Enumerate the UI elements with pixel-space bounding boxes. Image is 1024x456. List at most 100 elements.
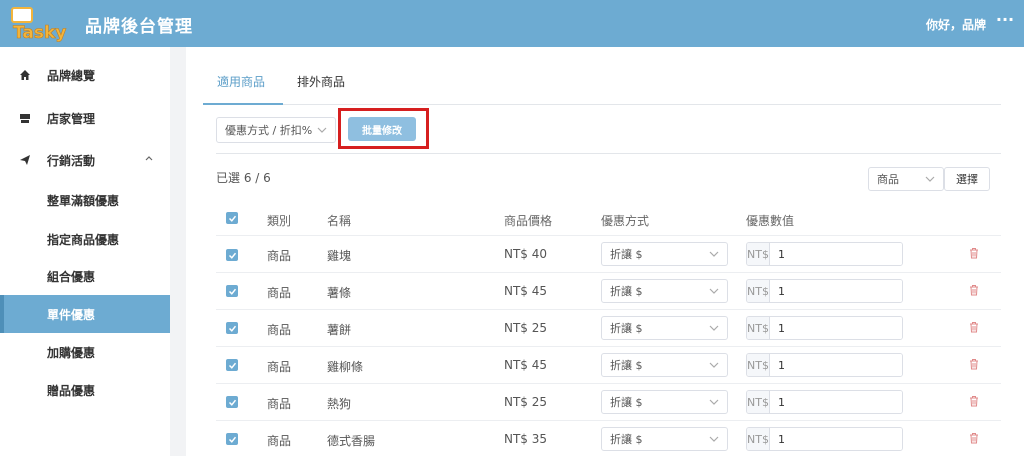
sidebar-sub-item[interactable]: 贈品優惠 [0,371,170,409]
more-icon[interactable]: ··· [994,12,1016,30]
row-method-select[interactable]: 折讓 $ [601,427,728,451]
discount-method-select[interactable]: 優惠方式 / 折扣% [216,117,336,143]
row-divider [216,420,1001,421]
sidebar-item-label: 行銷活動 [47,153,96,168]
row-method-select[interactable]: 折讓 $ [601,390,728,414]
row-divider [216,383,1001,384]
row-method-select[interactable]: 折讓 $ [601,353,728,377]
check-icon [228,252,236,259]
sidebar-item-marketing[interactable]: 行銷活動 [0,141,170,179]
row-method-value: 折讓 $ [610,285,643,298]
row-value-group: NT$ [746,353,903,377]
choose-button[interactable]: 選擇 [944,167,990,191]
currency-prefix: NT$ [747,317,770,339]
currency-prefix: NT$ [747,243,770,265]
row-category: 商品 [267,397,292,411]
check-icon [228,399,236,406]
row-value-group: NT$ [746,279,903,303]
item-type-select[interactable]: 商品 [868,167,944,191]
column-header-category: 類別 [267,214,292,228]
check-icon [228,288,236,295]
row-checkbox[interactable] [226,322,238,334]
row-value-input[interactable] [769,354,902,376]
chevron-down-icon [709,325,719,331]
trash-icon[interactable] [968,247,980,259]
trash-icon[interactable] [968,358,980,370]
row-value-input[interactable] [769,428,902,450]
svg-text:Tasky: Tasky [13,23,66,42]
sidebar-sub-item[interactable]: 指定商品優惠 [0,220,170,258]
tasky-logo[interactable]: Tasky [10,6,72,42]
currency-prefix: NT$ [747,391,770,413]
row-method-value: 折讓 $ [610,248,643,261]
row-value-group: NT$ [746,316,903,340]
row-price: NT$ 25 [504,395,548,409]
row-method-select[interactable]: 折讓 $ [601,316,728,340]
column-header-value: 優惠數值 [746,214,795,228]
discount-method-value: 優惠方式 / 折扣% [225,124,313,137]
currency-prefix: NT$ [747,354,770,376]
currency-prefix: NT$ [747,428,770,450]
column-header-price: 商品價格 [504,214,553,228]
row-value-input[interactable] [769,391,902,413]
sidebar-sub-item-active[interactable]: 單件優惠 [0,295,170,333]
check-icon [228,325,236,332]
row-value-group: NT$ [746,427,903,451]
row-value-group: NT$ [746,242,903,266]
sidebar-item-brand-overview[interactable]: 品牌總覽 [0,56,170,94]
sidebar-item-store-management[interactable]: 店家管理 [0,99,170,137]
row-divider [216,235,1001,236]
row-price: NT$ 45 [504,358,548,372]
row-category: 商品 [267,249,292,263]
sidebar-sub-item[interactable]: 整單滿額優惠 [0,181,170,219]
row-category: 商品 [267,360,292,374]
check-icon [228,215,236,222]
home-icon [18,68,32,82]
column-header-method: 優惠方式 [601,214,650,228]
sidebar-sub-item[interactable]: 組合優惠 [0,257,170,295]
chevron-down-icon [709,288,719,294]
row-price: NT$ 40 [504,247,548,261]
column-header-name: 名稱 [327,214,352,228]
trash-icon[interactable] [968,395,980,407]
row-method-value: 折讓 $ [610,396,643,409]
row-method-value: 折讓 $ [610,433,643,446]
row-value-input[interactable] [769,317,902,339]
row-checkbox[interactable] [226,249,238,261]
sidebar-item-label: 店家管理 [47,111,96,126]
row-value-group: NT$ [746,390,903,414]
selected-count: 已選 6 / 6 [216,171,271,185]
batch-edit-button[interactable]: 批量修改 [348,117,416,141]
row-category: 商品 [267,286,292,300]
row-price: NT$ 25 [504,321,548,335]
trash-icon[interactable] [968,432,980,444]
tab-applicable-products[interactable]: 適用商品 [217,73,265,90]
row-category: 商品 [267,323,292,337]
select-all-checkbox[interactable] [226,212,238,224]
check-icon [228,362,236,369]
tab-bar: 適用商品 排外商品 [203,61,1001,105]
store-icon [18,111,32,125]
trash-icon[interactable] [968,321,980,333]
chevron-down-icon [925,176,935,182]
row-method-select[interactable]: 折讓 $ [601,279,728,303]
row-checkbox[interactable] [226,433,238,445]
row-value-input[interactable] [769,280,902,302]
item-type-value: 商品 [877,173,899,186]
tab-excluded-products[interactable]: 排外商品 [297,73,345,90]
row-method-select[interactable]: 折讓 $ [601,242,728,266]
row-checkbox[interactable] [226,285,238,297]
row-value-input[interactable] [769,243,902,265]
row-name: 薯餅 [327,323,352,337]
chevron-up-icon [145,156,153,161]
chevron-down-icon [709,251,719,257]
row-divider [216,272,1001,273]
user-greeting[interactable]: 你好，品牌 [926,16,986,33]
row-divider [216,309,1001,310]
row-checkbox[interactable] [226,396,238,408]
trash-icon[interactable] [968,284,980,296]
row-checkbox[interactable] [226,359,238,371]
chevron-down-icon [709,399,719,405]
row-name: 薯條 [327,286,352,300]
sidebar-sub-item[interactable]: 加購優惠 [0,333,170,371]
